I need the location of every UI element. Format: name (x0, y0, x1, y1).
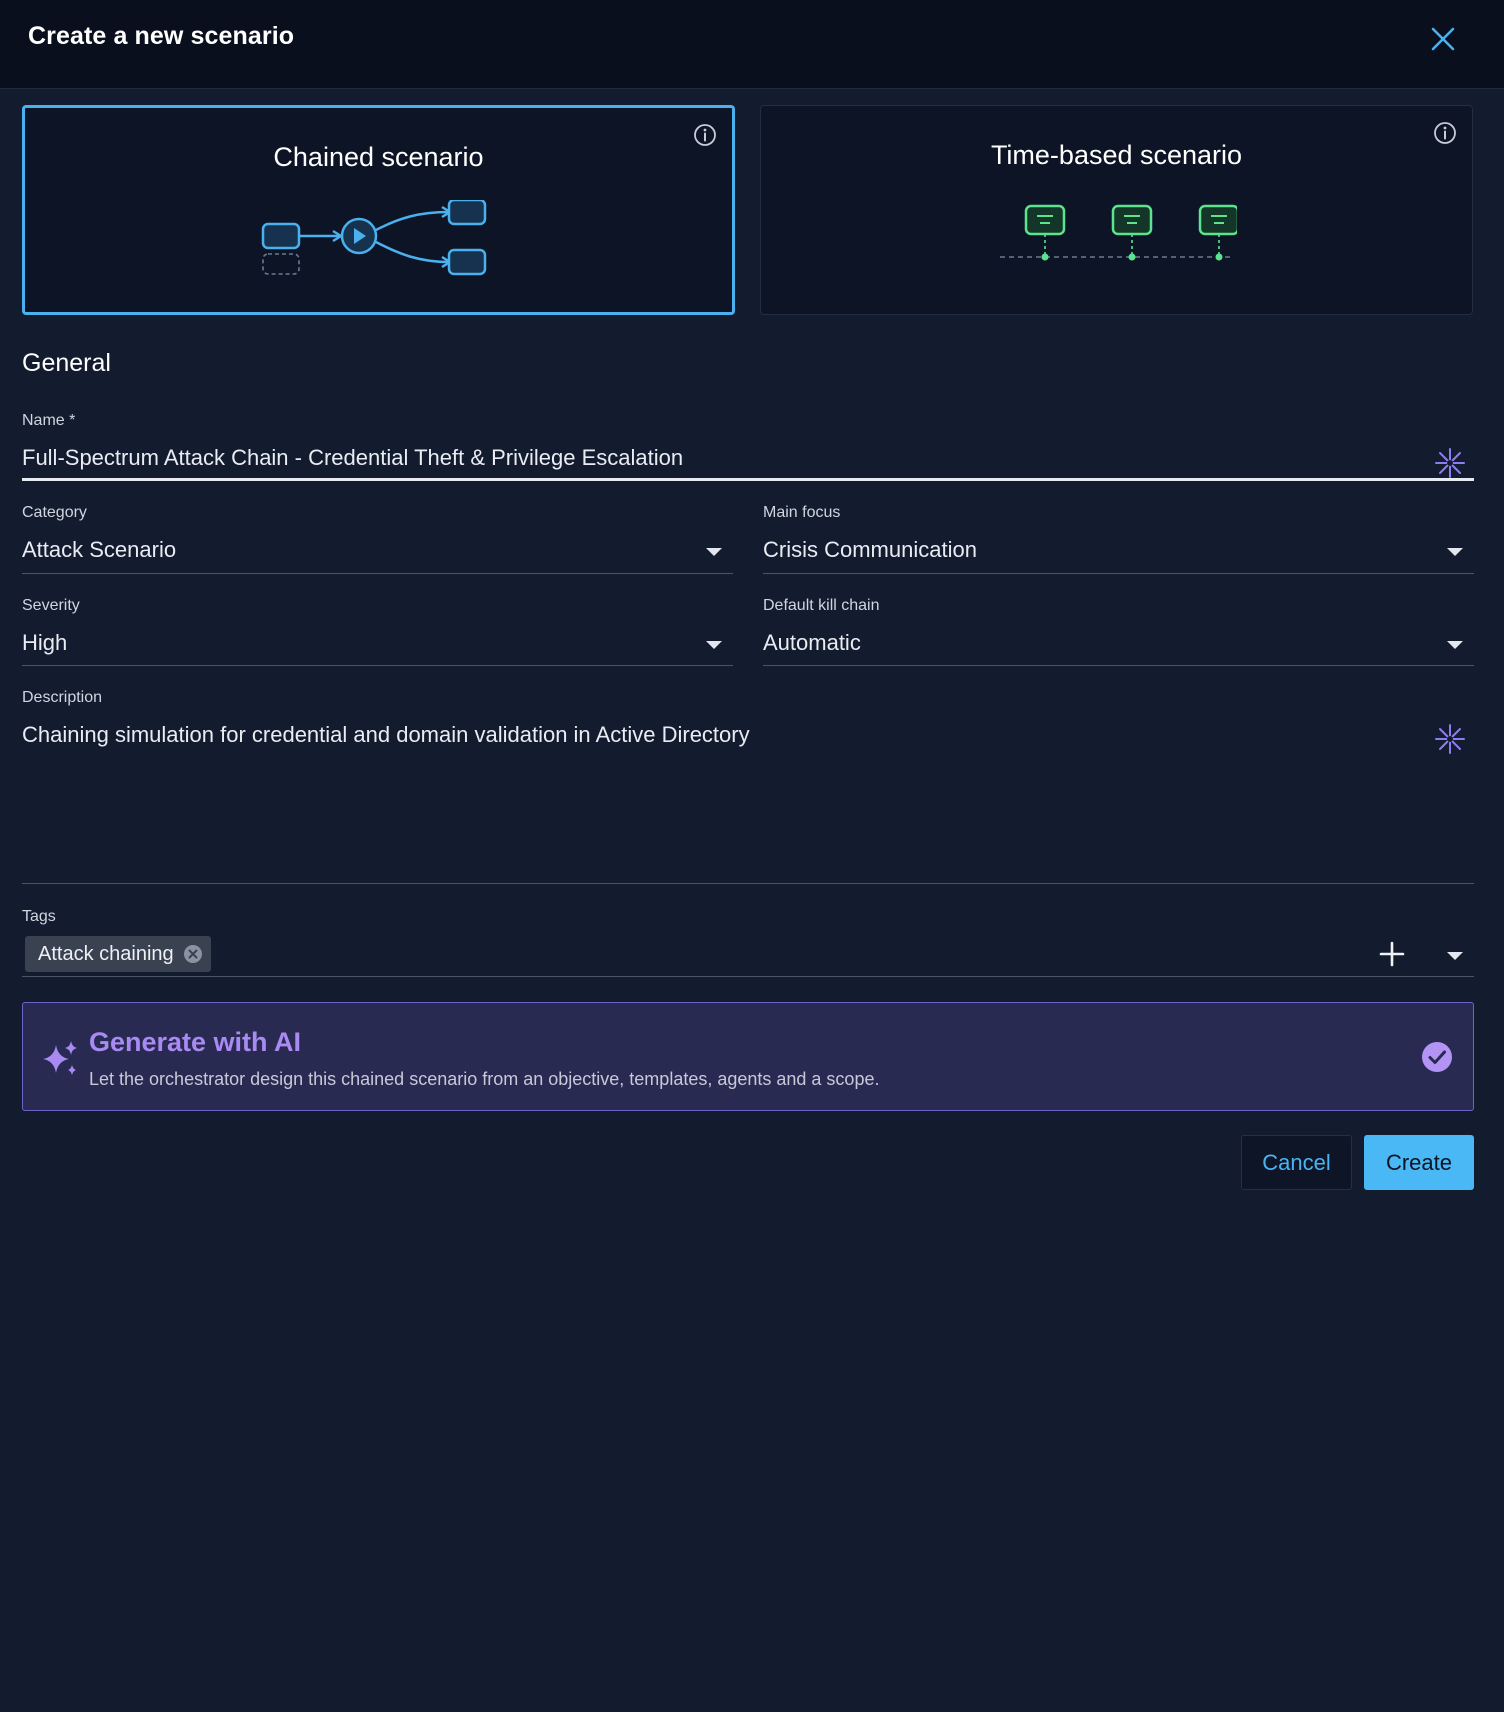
chevron-down-icon[interactable] (1447, 952, 1463, 960)
dialog-title: Create a new scenario (28, 22, 295, 50)
general-section-title: General (22, 349, 111, 377)
ai-description: Let the orchestrator design this chained… (89, 1069, 880, 1089)
dialog-header: Create a new scenario (0, 0, 1504, 89)
info-icon[interactable] (692, 122, 718, 148)
close-icon (1431, 27, 1455, 51)
chained-flow-illustration-icon (261, 200, 486, 276)
severity-select[interactable]: Severity High (22, 597, 733, 667)
severity-value: High (22, 630, 68, 655)
description-textarea[interactable]: Chaining simulation for credential and d… (22, 722, 750, 748)
name-field[interactable]: Name * Full-Spectrum Attack Chain - Cred… (22, 412, 1474, 482)
generate-with-ai-option[interactable]: Generate with AI Let the orchestrator de… (22, 1002, 1474, 1111)
chained-scenario-card[interactable]: Chained scenario (22, 105, 735, 315)
create-scenario-dialog: Create a new scenario Chained scenario T… (0, 0, 1504, 1712)
kill-chain-label: Default kill chain (763, 597, 880, 614)
remove-tag-icon[interactable] (183, 944, 203, 964)
category-underline (22, 573, 733, 574)
sparkles-icon (43, 1041, 77, 1075)
chevron-down-icon[interactable] (1447, 641, 1463, 649)
main-focus-underline (763, 573, 1474, 574)
tag-label: Attack chaining (38, 942, 174, 965)
cancel-button[interactable]: Cancel (1241, 1135, 1352, 1190)
add-tag-plus-icon[interactable] (1378, 940, 1406, 968)
create-button[interactable]: Create (1364, 1135, 1474, 1190)
chevron-down-icon[interactable] (706, 641, 722, 649)
timeline-illustration-icon (999, 204, 1237, 261)
tags-field[interactable]: Tags Attack chaining (22, 908, 1474, 978)
kill-chain-select[interactable]: Default kill chain Automatic (763, 597, 1474, 667)
ai-sparkle-icon[interactable] (1433, 722, 1467, 756)
kill-chain-value: Automatic (763, 630, 861, 655)
kill-chain-underline (763, 665, 1474, 666)
main-focus-label: Main focus (763, 504, 841, 521)
description-field[interactable]: Description Chaining simulation for cred… (22, 689, 1474, 885)
chained-scenario-title: Chained scenario (273, 142, 484, 172)
name-label: Name * (22, 412, 76, 429)
close-button[interactable] (1426, 22, 1460, 56)
category-value: Attack Scenario (22, 537, 177, 562)
tags-underline (22, 976, 1474, 977)
tag-chip[interactable]: Attack chaining (25, 936, 211, 972)
chevron-down-icon[interactable] (706, 548, 722, 556)
description-label: Description (22, 689, 103, 706)
main-focus-select[interactable]: Main focus Crisis Communication (763, 504, 1474, 574)
tags-label: Tags (22, 908, 56, 925)
time-based-scenario-title: Time-based scenario (990, 140, 1243, 170)
name-underline (22, 478, 1474, 481)
category-select[interactable]: Category Attack Scenario (22, 504, 733, 574)
name-input[interactable]: Full-Spectrum Attack Chain - Credential … (22, 445, 683, 471)
main-focus-value: Crisis Communication (763, 537, 977, 562)
chevron-down-icon[interactable] (1447, 548, 1463, 556)
ai-title: Generate with AI (89, 1027, 302, 1057)
severity-underline (22, 665, 733, 666)
info-icon[interactable] (1432, 120, 1458, 146)
category-label: Category (22, 504, 87, 521)
severity-label: Severity (22, 597, 80, 614)
description-underline (22, 883, 1474, 884)
time-based-scenario-card[interactable]: Time-based scenario (760, 105, 1473, 315)
check-circle-icon[interactable] (1421, 1041, 1453, 1073)
ai-sparkle-icon[interactable] (1433, 446, 1467, 480)
